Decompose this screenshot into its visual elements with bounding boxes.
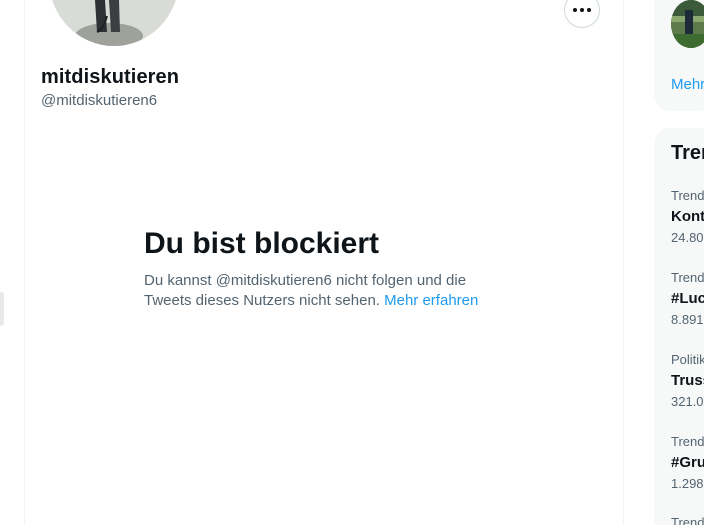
trend-count: 24.80 xyxy=(671,230,704,245)
trend-count: 321.0 xyxy=(671,394,704,409)
trends-card: Tren Trend Kont 24.80 Trend #Luc 8.891 P… xyxy=(654,128,704,525)
trends-title: Tren xyxy=(671,142,704,164)
trend-category: Trend xyxy=(671,188,704,203)
show-more-link[interactable]: Mehr xyxy=(671,76,704,93)
more-options-button[interactable] xyxy=(564,0,600,28)
trend-name: Kont xyxy=(671,208,704,225)
trend-item[interactable]: Trend #Luc 8.891 xyxy=(671,270,704,328)
trend-item[interactable]: Trend #Gru 1.298 xyxy=(671,434,704,492)
trend-name: Truss xyxy=(671,372,704,389)
profile-avatar[interactable] xyxy=(49,0,179,46)
profile-column: mitdiskutieren @mitdiskutieren6 Du bist … xyxy=(24,0,624,525)
who-to-follow-card: Mehr xyxy=(654,0,704,111)
trend-item[interactable]: Trend Kont 24.80 xyxy=(671,188,704,246)
suggested-user-avatar[interactable] xyxy=(671,0,704,48)
learn-more-link[interactable]: Mehr erfahren xyxy=(384,292,478,309)
trend-count: 8.891 xyxy=(671,312,704,327)
trend-name: #Gru xyxy=(671,454,704,471)
trend-category: Trend xyxy=(671,434,704,449)
trend-category: Trend xyxy=(671,515,704,525)
trend-item[interactable]: Trend xyxy=(671,515,704,525)
trend-name: #Luc xyxy=(671,290,704,307)
trend-category: Politik xyxy=(671,352,704,367)
left-edge-tab xyxy=(0,292,4,326)
profile-name: mitdiskutieren xyxy=(41,66,180,88)
profile-handle: @mitdiskutieren6 xyxy=(41,92,158,109)
trend-category: Trend xyxy=(671,270,704,285)
blocked-text: Du kannst @mitdiskutieren6 nicht folgen … xyxy=(144,271,484,311)
trend-item[interactable]: Politik Truss 321.0 xyxy=(671,352,704,410)
trend-count: 1.298 xyxy=(671,476,704,491)
blocked-title: Du bist blockiert xyxy=(144,227,380,260)
blocked-message: Du bist blockiert Du kannst @mitdiskutie… xyxy=(144,226,484,311)
more-horizontal-icon xyxy=(573,8,591,12)
